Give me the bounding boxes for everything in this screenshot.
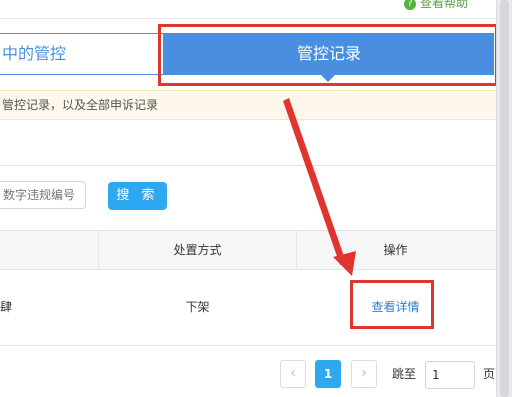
section-divider (0, 165, 496, 166)
row-cell-disposal: 下架 (185, 300, 210, 314)
jump-to-label: 跳至 (392, 367, 417, 381)
tab-annotation-box (158, 24, 498, 86)
scrollbar-thumb[interactable] (500, 0, 509, 397)
tab-current-control[interactable]: 中的管控 (0, 33, 164, 75)
help-link-label: 查看帮助 (420, 0, 469, 10)
jump-page-input[interactable] (425, 361, 475, 389)
page-unit-label: 页 (483, 367, 496, 381)
row-cell-1: 肆 (0, 300, 13, 314)
table-header: 处置方式 操作 (0, 230, 496, 270)
vertical-scrollbar[interactable] (496, 0, 512, 397)
detail-annotation-box (350, 280, 434, 329)
search-button[interactable]: 搜 索 (108, 182, 167, 210)
help-link[interactable]: ? 查看帮助 (404, 0, 468, 11)
column-header-action: 操作 (383, 243, 408, 257)
prev-page-button[interactable]: ‹ (280, 360, 306, 388)
notice-banner: 管控记录，以及全部申诉记录 (0, 90, 496, 120)
column-header-disposal: 处置方式 (99, 231, 297, 269)
top-bar: ? 查看帮助 (0, 0, 496, 19)
next-page-button[interactable]: › (351, 360, 377, 388)
search-input[interactable] (0, 181, 86, 209)
current-page-button[interactable]: 1 (315, 360, 341, 388)
help-icon: ? (404, 0, 416, 10)
column-header-1 (0, 231, 99, 269)
